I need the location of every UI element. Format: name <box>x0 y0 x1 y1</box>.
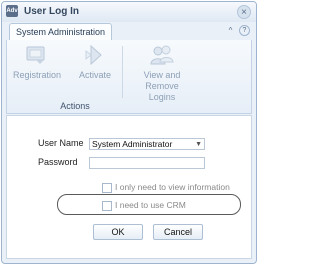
crm-checkbox[interactable] <box>102 201 112 211</box>
password-field[interactable] <box>89 157 205 169</box>
login-window: Adv User Log In × System Administration … <box>1 1 257 264</box>
view-info-checkbox[interactable] <box>102 183 112 193</box>
chevron-down-icon[interactable]: ▼ <box>195 139 202 150</box>
collapse-ribbon-icon[interactable]: ^ <box>225 25 236 36</box>
tab-system-administration[interactable]: System Administration <box>9 23 113 40</box>
user-name-value: System Administrator <box>92 139 173 149</box>
password-label: Password <box>38 157 78 167</box>
ribbon-panel: Registration Activate View and Remove Lo… <box>6 40 252 114</box>
activate-label: Activate <box>78 70 111 80</box>
registration-label: Registration <box>13 70 62 80</box>
users-icon <box>150 45 174 65</box>
registration-button[interactable]: Registration <box>13 44 62 98</box>
view-remove-logins-label-line2: Remove Logins <box>145 81 179 102</box>
activate-button[interactable]: Activate <box>75 44 115 98</box>
window-title: User Log In <box>24 6 80 17</box>
ribbon-tab-bar: System Administration ^ ? <box>6 23 252 41</box>
user-name-label: User Name <box>38 138 84 148</box>
view-remove-logins-label-line1: View and <box>143 70 181 80</box>
app-icon: Adv <box>6 5 18 17</box>
title-bar[interactable]: Adv User Log In × <box>2 2 256 22</box>
login-form: User Name System Administrator ▼ Passwor… <box>6 115 252 259</box>
view-info-label: I only need to view information <box>115 182 230 192</box>
activate-icon <box>85 44 102 66</box>
registration-icon <box>26 46 45 64</box>
crm-label: I need to use CRM <box>115 200 186 210</box>
ribbon-group-label: Actions <box>60 101 90 111</box>
view-remove-logins-button[interactable]: View and Remove Logins <box>131 44 193 102</box>
cancel-button[interactable]: Cancel <box>153 224 203 240</box>
help-icon[interactable]: ? <box>239 25 250 36</box>
close-button[interactable]: × <box>237 5 251 19</box>
ribbon-separator <box>122 46 123 98</box>
ok-button[interactable]: OK <box>93 224 143 240</box>
close-icon: × <box>241 7 247 18</box>
user-name-dropdown[interactable]: System Administrator ▼ <box>89 138 205 150</box>
